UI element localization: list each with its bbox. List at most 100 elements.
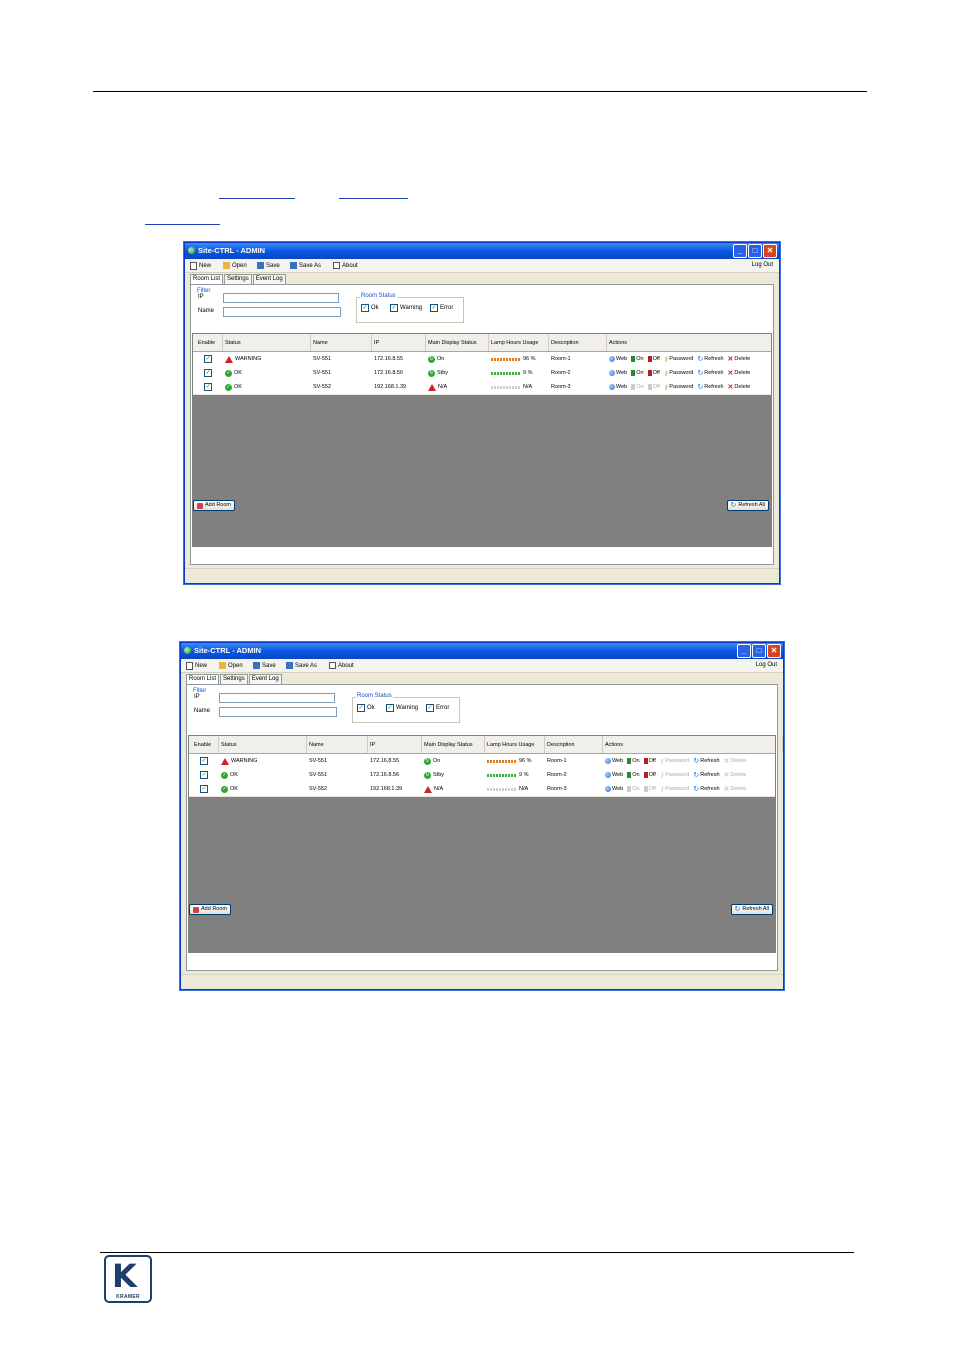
enable-checkbox[interactable]: ✓ bbox=[204, 383, 212, 391]
about-button[interactable]: About bbox=[333, 262, 358, 269]
save-button[interactable]: Save bbox=[257, 262, 280, 269]
title-bar[interactable]: Site-CTRL - ADMIN _ □ ✕ bbox=[181, 643, 783, 659]
web-action[interactable]: Web bbox=[605, 758, 623, 764]
delete-action[interactable]: ✕ Delete bbox=[728, 383, 751, 391]
column-header[interactable]: IP bbox=[368, 736, 422, 753]
refresh-action[interactable]: ↻ Refresh bbox=[693, 771, 719, 779]
save-as-button[interactable]: Save As bbox=[286, 662, 317, 669]
new-button[interactable]: New bbox=[190, 262, 211, 270]
refresh-action[interactable]: ↻ Refresh bbox=[693, 757, 719, 765]
minimize-button[interactable]: _ bbox=[733, 244, 747, 258]
power-on-action[interactable]: On bbox=[627, 772, 640, 778]
power-on-action[interactable]: On bbox=[631, 370, 644, 376]
close-button[interactable]: ✕ bbox=[767, 644, 781, 658]
ip-input[interactable]: . . . bbox=[219, 693, 335, 703]
tab-event-log[interactable]: Event Log bbox=[252, 274, 286, 284]
enable-checkbox[interactable]: ✓ bbox=[200, 785, 208, 793]
column-header[interactable]: Actions bbox=[603, 736, 783, 753]
column-header[interactable]: Enable bbox=[196, 334, 223, 351]
password-action[interactable]: ⚷ Password bbox=[664, 370, 694, 377]
password-action[interactable]: ⚷ Password bbox=[660, 758, 690, 765]
about-button[interactable]: About bbox=[329, 662, 354, 669]
column-header[interactable]: Description bbox=[549, 334, 607, 351]
table-row[interactable]: ✓ ✓ OK SV-552 192.168.1.39 N/A N/A Room-3 Web On O… bbox=[193, 380, 771, 395]
password-action[interactable]: ⚷ Password bbox=[660, 786, 690, 793]
error-filter-checkbox[interactable]: ✓ Error bbox=[426, 704, 449, 712]
delete-action[interactable]: ✕ Delete bbox=[728, 355, 751, 363]
refresh-action[interactable]: ↻ Refresh bbox=[693, 785, 719, 793]
doc-link-2[interactable] bbox=[339, 198, 408, 199]
power-on-action[interactable]: On bbox=[627, 786, 640, 792]
column-header[interactable]: Description bbox=[545, 736, 603, 753]
logout-button[interactable]: Log Out bbox=[756, 662, 777, 668]
close-button[interactable]: ✕ bbox=[763, 244, 777, 258]
doc-link-1[interactable] bbox=[219, 198, 295, 199]
column-header[interactable]: Main Display Status bbox=[422, 736, 485, 753]
password-action[interactable]: ⚷ Password bbox=[660, 772, 690, 779]
add-room-button[interactable]: Add Room bbox=[189, 904, 231, 915]
enable-checkbox[interactable]: ✓ bbox=[204, 355, 212, 363]
minimize-button[interactable]: _ bbox=[737, 644, 751, 658]
table-row[interactable]: ✓ ✓ OK SV-551 172.16.8.56 ↻ Stby 9 % Room-2 Web On… bbox=[189, 768, 775, 783]
refresh-all-button[interactable]: ↻ Refresh All bbox=[730, 904, 773, 915]
refresh-all-button[interactable]: ↻ Refresh All bbox=[726, 500, 769, 511]
password-action[interactable]: ⚷ Password bbox=[664, 384, 694, 391]
name-input[interactable] bbox=[223, 307, 341, 317]
password-action[interactable]: ⚷ Password bbox=[664, 356, 694, 363]
title-bar[interactable]: Site-CTRL - ADMIN _ □ ✕ bbox=[185, 243, 779, 259]
ok-filter-checkbox[interactable]: ✓ Ok bbox=[357, 704, 375, 712]
power-off-action[interactable]: Off bbox=[643, 758, 656, 764]
tab-room-list[interactable]: Room List bbox=[190, 274, 224, 284]
open-button[interactable]: Open bbox=[223, 262, 247, 269]
power-off-action[interactable]: Off bbox=[647, 370, 660, 376]
web-action[interactable]: Web bbox=[609, 384, 627, 390]
column-header[interactable]: IP bbox=[372, 334, 426, 351]
web-action[interactable]: Web bbox=[609, 356, 627, 362]
column-header[interactable]: Name bbox=[311, 334, 372, 351]
column-header[interactable]: Main Display Status bbox=[426, 334, 489, 351]
table-row[interactable]: ✓ WARNING SV-551 172.16.8.55 ↻ On 96 % Room-1 We… bbox=[189, 754, 775, 769]
maximize-button[interactable]: □ bbox=[748, 244, 762, 258]
add-room-button[interactable]: Add Room bbox=[193, 500, 235, 511]
open-button[interactable]: Open bbox=[219, 662, 243, 669]
power-on-action[interactable]: On bbox=[627, 758, 640, 764]
enable-checkbox[interactable]: ✓ bbox=[200, 771, 208, 779]
delete-action[interactable]: ✕ Delete bbox=[728, 369, 751, 377]
warning-filter-checkbox[interactable]: ✓ Warning bbox=[386, 704, 418, 712]
web-action[interactable]: Web bbox=[605, 786, 623, 792]
column-header[interactable]: Lamp Hours Usage bbox=[489, 334, 549, 351]
power-off-action[interactable]: Off bbox=[643, 772, 656, 778]
delete-action[interactable]: ✕ Delete bbox=[724, 757, 747, 765]
doc-link-3[interactable] bbox=[145, 224, 220, 225]
name-input[interactable] bbox=[219, 707, 337, 717]
tab-event-log[interactable]: Event Log bbox=[248, 674, 282, 684]
column-header[interactable]: Status bbox=[219, 736, 307, 753]
table-row[interactable]: ✓ ✓ OK SV-552 192.168.1.39 N/A N/A Room-3 Web On O… bbox=[189, 782, 775, 797]
power-off-action[interactable]: Off bbox=[647, 384, 660, 390]
refresh-action[interactable]: ↻ Refresh bbox=[697, 383, 723, 391]
column-header[interactable]: Name bbox=[307, 736, 368, 753]
column-header[interactable]: Enable bbox=[192, 736, 219, 753]
tab-room-list[interactable]: Room List bbox=[186, 674, 220, 684]
tab-settings[interactable]: Settings bbox=[220, 674, 248, 684]
save-as-button[interactable]: Save As bbox=[290, 262, 321, 269]
power-off-action[interactable]: Off bbox=[643, 786, 656, 792]
save-button[interactable]: Save bbox=[253, 662, 276, 669]
logout-button[interactable]: Log Out bbox=[752, 262, 773, 268]
delete-action[interactable]: ✕ Delete bbox=[724, 771, 747, 779]
warning-filter-checkbox[interactable]: ✓ Warning bbox=[390, 304, 422, 312]
web-action[interactable]: Web bbox=[605, 772, 623, 778]
power-on-action[interactable]: On bbox=[631, 356, 644, 362]
column-header[interactable]: Lamp Hours Usage bbox=[485, 736, 545, 753]
power-on-action[interactable]: On bbox=[631, 384, 644, 390]
ip-input[interactable]: . . . bbox=[223, 293, 339, 303]
table-row[interactable]: ✓ WARNING SV-551 172.16.8.55 ↻ On 96 % Room-1 We… bbox=[193, 352, 771, 367]
refresh-action[interactable]: ↻ Refresh bbox=[697, 369, 723, 377]
new-button[interactable]: New bbox=[186, 662, 207, 670]
maximize-button[interactable]: □ bbox=[752, 644, 766, 658]
tab-settings[interactable]: Settings bbox=[224, 274, 252, 284]
table-row[interactable]: ✓ ✓ OK SV-551 172.16.8.56 ↻ Stby 9 % Room-2 Web On… bbox=[193, 366, 771, 381]
column-header[interactable]: Actions bbox=[607, 334, 779, 351]
ok-filter-checkbox[interactable]: ✓ Ok bbox=[361, 304, 379, 312]
web-action[interactable]: Web bbox=[609, 370, 627, 376]
